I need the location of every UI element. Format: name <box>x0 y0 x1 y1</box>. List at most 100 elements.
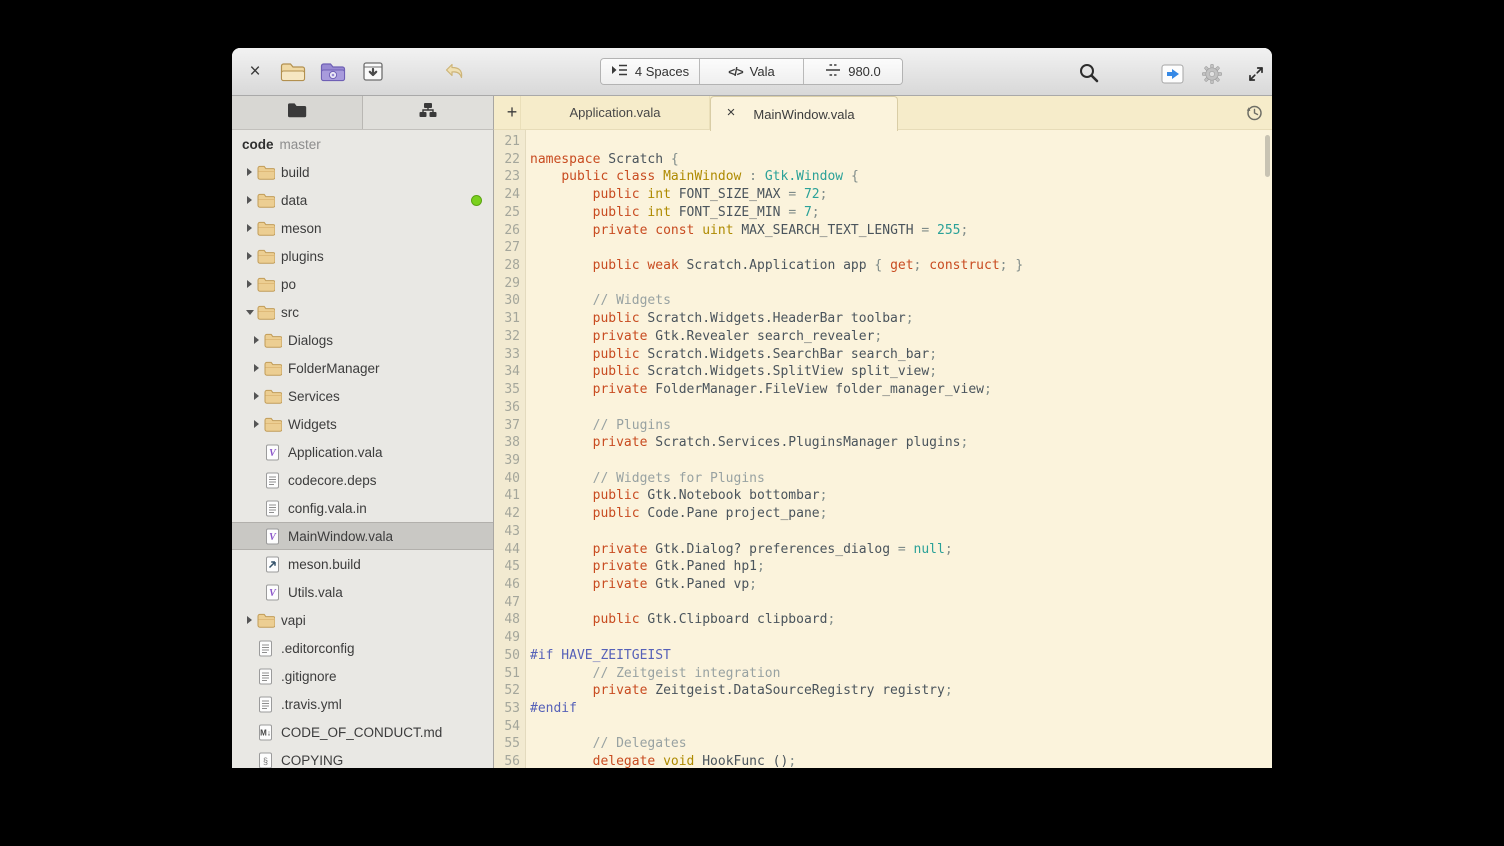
line-number: 40 <box>494 470 525 488</box>
toolbar-button-vala[interactable]: </>Vala <box>699 59 803 84</box>
tree-item-foldermanager[interactable]: FolderManager <box>232 354 493 382</box>
code-line: public Scratch.Widgets.HeaderBar toolbar… <box>530 310 1272 328</box>
save-icon[interactable] <box>359 59 387 85</box>
tree-item-mainwindow-vala[interactable]: VMainWindow.vala <box>232 522 493 550</box>
tree-item-services[interactable]: Services <box>232 382 493 410</box>
code-line: namespace Scratch { <box>530 151 1272 169</box>
window-close-button[interactable]: × <box>242 59 268 85</box>
tree-item-utils-vala[interactable]: VUtils.vala <box>232 578 493 606</box>
line-number: 25 <box>494 204 525 222</box>
tree-item-plugins[interactable]: plugins <box>232 242 493 270</box>
line-number: 24 <box>494 186 525 204</box>
scrollbar-thumb[interactable] <box>1265 135 1270 177</box>
code-editor[interactable]: 2122232425262728293031323334353637383940… <box>494 130 1272 768</box>
tree-item-widgets[interactable]: Widgets <box>232 410 493 438</box>
project-folder-icon[interactable] <box>319 59 347 85</box>
subheader: + Application.vala×MainWindow.vala <box>232 96 1272 130</box>
text-icon <box>264 500 286 517</box>
line-number: 55 <box>494 735 525 753</box>
expander-collapsed-icon[interactable] <box>242 616 257 624</box>
code-text: namespace Scratch { public class MainWin… <box>526 130 1272 768</box>
tree-item-config-vala-in[interactable]: config.vala.in <box>232 494 493 522</box>
search-icon[interactable] <box>1075 60 1103 86</box>
main-content: code master builddatameson plugins posrcDi… <box>232 130 1272 768</box>
tree-item-label: vapi <box>281 613 306 628</box>
sidebar-tab-outline[interactable] <box>363 96 493 129</box>
expander-collapsed-icon[interactable] <box>249 392 264 400</box>
expander-collapsed-icon[interactable] <box>242 252 257 260</box>
tree-item-meson-build[interactable]: meson.build <box>232 550 493 578</box>
expander-collapsed-icon[interactable] <box>249 364 264 372</box>
code-line: private Scratch.Services.PluginsManager … <box>530 434 1272 452</box>
tab-mainwindow-vala[interactable]: × MainWindow.vala <box>710 96 898 131</box>
expander-collapsed-icon[interactable] <box>242 168 257 176</box>
tree-item-meson[interactable]: meson <box>232 214 493 242</box>
toolbar-button-980-0[interactable]: 980.0 <box>803 59 902 84</box>
expander-collapsed-icon[interactable] <box>242 224 257 232</box>
tree-item--editorconfig[interactable]: .editorconfig <box>232 634 493 662</box>
code-line: public class MainWindow : Gtk.Window { <box>530 168 1272 186</box>
tree-item-data[interactable]: data <box>232 186 493 214</box>
files-folder-icon <box>287 102 307 123</box>
project-header[interactable]: code master <box>232 131 493 158</box>
line-number: 50 <box>494 647 525 665</box>
sidebar-view-switcher <box>232 96 494 130</box>
code-line: delegate void HookFunc (); <box>530 753 1272 768</box>
tree-item-label: Services <box>288 389 340 404</box>
tree-item-dialogs[interactable]: Dialogs <box>232 326 493 354</box>
open-folder-icon[interactable] <box>279 59 307 85</box>
line-number: 27 <box>494 239 525 257</box>
project-sidebar: code master builddatameson plugins posrcDi… <box>232 130 494 768</box>
line-number: 41 <box>494 487 525 505</box>
tree-item-label: plugins <box>281 249 324 264</box>
tree-item-po[interactable]: po <box>232 270 493 298</box>
tree-item-build[interactable]: build <box>232 158 493 186</box>
tree-item-label: CODE_OF_CONDUCT.md <box>281 725 442 740</box>
code-line: public int FONT_SIZE_MIN = 7; <box>530 204 1272 222</box>
code-line: // Plugins <box>530 417 1272 435</box>
expand-icon[interactable] <box>1242 61 1270 87</box>
tree-item--gitignore[interactable]: .gitignore <box>232 662 493 690</box>
code-line <box>530 275 1272 293</box>
tree-item-codecore-deps[interactable]: codecore.deps <box>232 466 493 494</box>
code-line: private Gtk.Paned vp; <box>530 576 1272 594</box>
code-line <box>530 452 1272 470</box>
tree-item-label: COPYING <box>281 753 343 768</box>
sidebar-tab-files[interactable] <box>232 96 363 129</box>
line-number: 38 <box>494 434 525 452</box>
line-number: 35 <box>494 381 525 399</box>
tree-item-code-of-conduct-md[interactable]: M↓ CODE_OF_CONDUCT.md <box>232 718 493 746</box>
tab-close-icon[interactable]: × <box>723 103 739 123</box>
toolbar-button-label: Vala <box>750 64 775 79</box>
code-line: public int FONT_SIZE_MAX = 72; <box>530 186 1272 204</box>
share-icon[interactable] <box>1159 61 1187 87</box>
svg-text:M↓: M↓ <box>260 728 271 737</box>
expander-collapsed-icon[interactable] <box>249 420 264 428</box>
tree-item--travis-yml[interactable]: .travis.yml <box>232 690 493 718</box>
undo-icon[interactable] <box>441 59 469 85</box>
code-line <box>530 399 1272 417</box>
code-line: private Gtk.Revealer search_revealer; <box>530 328 1272 346</box>
code-line: // Delegates <box>530 735 1272 753</box>
toolbar-button-4-spaces[interactable]: 4 Spaces <box>601 59 699 84</box>
settings-gear-icon[interactable] <box>1198 61 1226 87</box>
code-line: #if HAVE_ZEITGEIST <box>530 647 1272 665</box>
folder-icon <box>257 193 279 208</box>
folder-icon <box>264 361 286 376</box>
tree-item-vapi[interactable]: vapi <box>232 606 493 634</box>
expander-collapsed-icon[interactable] <box>242 196 257 204</box>
expander-collapsed-icon[interactable] <box>249 336 264 344</box>
tree-item-application-vala[interactable]: VApplication.vala <box>232 438 493 466</box>
history-icon[interactable] <box>1244 103 1264 123</box>
outline-hierarchy-icon <box>419 102 437 123</box>
expander-collapsed-icon[interactable] <box>242 280 257 288</box>
tab-label: MainWindow.vala <box>753 107 854 122</box>
tree-item-src[interactable]: src <box>232 298 493 326</box>
markdown-icon: M↓ <box>257 724 279 741</box>
line-number: 30 <box>494 292 525 310</box>
expander-expanded-icon[interactable] <box>242 310 257 315</box>
tree-item-copying[interactable]: §COPYING <box>232 746 493 768</box>
code-line: public weak Scratch.Application app { ge… <box>530 257 1272 275</box>
line-number: 29 <box>494 275 525 293</box>
tab-application-vala[interactable]: Application.vala <box>520 96 710 129</box>
